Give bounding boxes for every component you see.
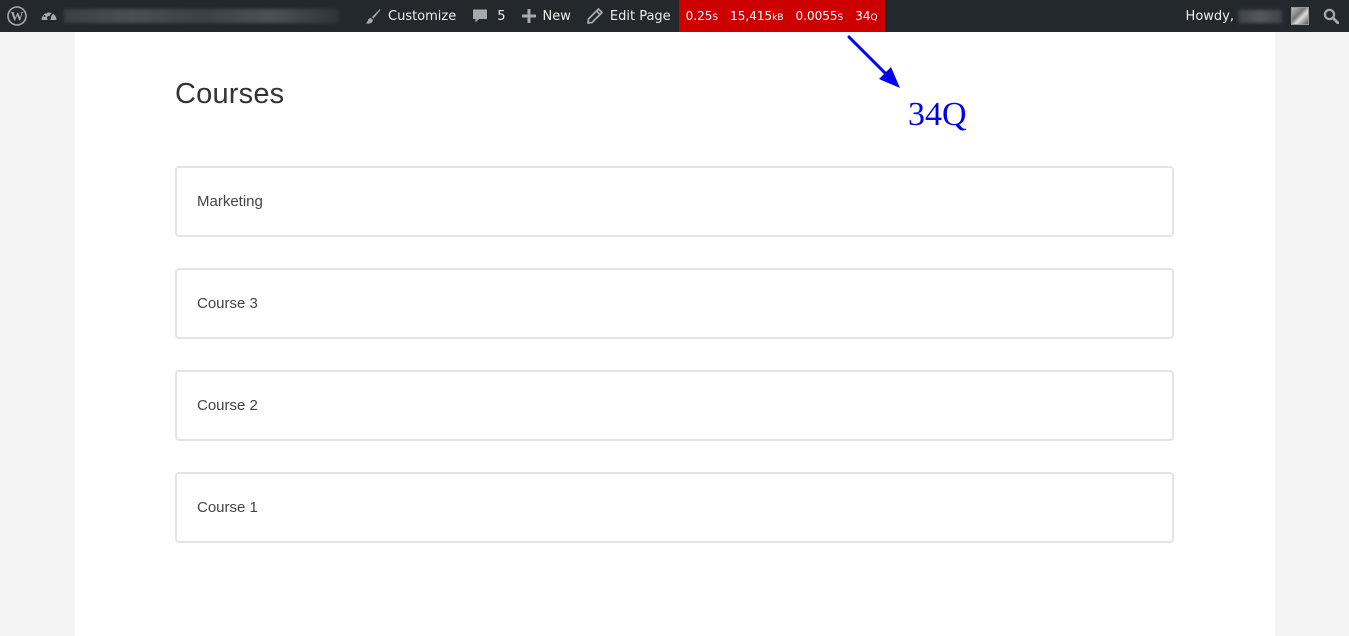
new-label: New (542, 8, 571, 24)
search-icon (1323, 8, 1339, 24)
adminbar-secondary: Howdy, (1178, 0, 1349, 32)
qm-page-time: 0.25S (685, 9, 719, 23)
adminbar-search[interactable] (1323, 0, 1349, 32)
course-name: Course 3 (197, 295, 258, 312)
wordpress-logo-menu[interactable]: W (0, 0, 34, 32)
comments-link[interactable]: 5 (464, 0, 513, 32)
howdy-label: Howdy, (1185, 8, 1234, 24)
avatar[interactable] (1291, 7, 1309, 25)
comments-count: 5 (497, 8, 506, 24)
dashboard-gauge-icon (40, 7, 58, 25)
annotation-label: 34Q (908, 96, 967, 133)
wordpress-icon: W (7, 6, 27, 26)
course-list: Marketing Course 3 Course 2 Course 1 (175, 166, 1174, 574)
svg-text:W: W (11, 9, 24, 24)
pencil-icon (586, 8, 603, 24)
edit-page-link[interactable]: Edit Page (579, 0, 679, 32)
page-title: Courses (175, 78, 285, 110)
course-item-course-1[interactable]: Course 1 (175, 472, 1174, 543)
customize-link[interactable]: Customize (357, 0, 464, 32)
course-item-marketing[interactable]: Marketing (175, 166, 1174, 237)
site-dashboard-menu[interactable] (34, 0, 66, 32)
course-name: Course 2 (197, 397, 258, 414)
qm-memory: 15,415kB (730, 9, 784, 23)
course-item-course-2[interactable]: Course 2 (175, 370, 1174, 441)
query-monitor-menu[interactable]: 0.25S 15,415kB 0.0055S 34Q (678, 0, 885, 32)
new-content-menu[interactable]: New (514, 0, 579, 32)
comment-bubble-icon (472, 8, 488, 24)
wp-admin-bar: W Customize 5 New Edit Page 0.25S 15,415… (0, 0, 1349, 32)
page-content: Courses Marketing Course 3 Course 2 Cour… (75, 32, 1275, 636)
course-item-course-3[interactable]: Course 3 (175, 268, 1174, 339)
plus-icon (521, 9, 536, 23)
course-name: Marketing (197, 193, 263, 210)
course-name: Course 1 (197, 499, 258, 516)
edit-page-label: Edit Page (609, 8, 671, 24)
site-name-redacted[interactable] (64, 9, 339, 23)
annotation-arrow (847, 35, 900, 88)
username-redacted[interactable] (1238, 9, 1282, 23)
my-account-menu[interactable]: Howdy, (1178, 0, 1238, 32)
paintbrush-icon (365, 8, 381, 24)
qm-db-time: 0.0055S (795, 9, 844, 23)
qm-query-count: 34Q (855, 9, 878, 23)
customize-label: Customize (388, 8, 457, 24)
